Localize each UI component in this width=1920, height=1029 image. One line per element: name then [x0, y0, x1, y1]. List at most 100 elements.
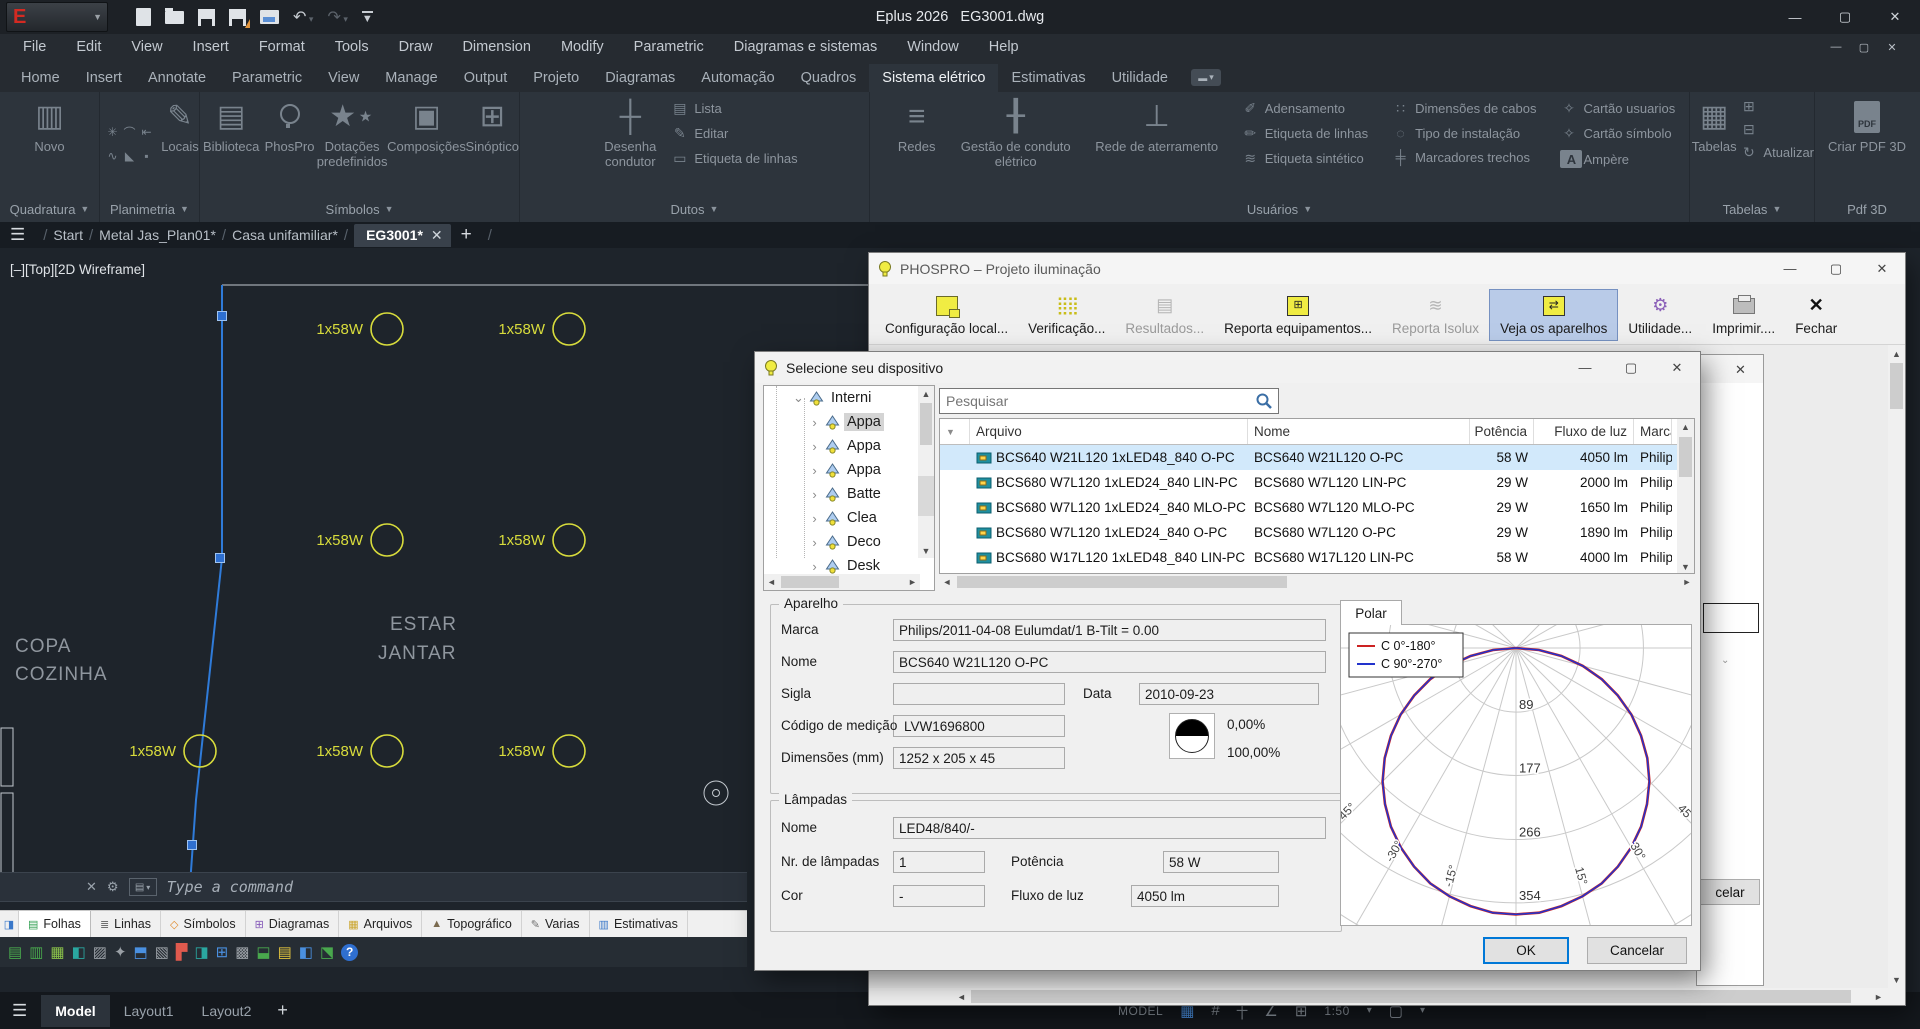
filter-column-header[interactable]: ▼ — [940, 419, 970, 444]
close-tab-icon[interactable]: ✕ — [431, 227, 443, 244]
doc-minimize-button[interactable]: — — [1822, 38, 1850, 56]
sheet-tool-icon-8[interactable]: ▧ — [155, 945, 169, 960]
chevron-expanded-icon[interactable]: ⌄ — [792, 390, 805, 406]
device-category-tree[interactable]: ⌄Interni›Appa›Appa›Appa›Batte›Clea›Deco›… — [763, 385, 935, 591]
redes-button[interactable]: ≡ Redes — [884, 92, 950, 196]
document-tab-4[interactable]: EG3001*✕ — [354, 224, 451, 247]
table-tool1-button[interactable]: ⊞ — [1740, 98, 1814, 115]
etiqueta-linhas-button[interactable]: ▭Etiqueta de linhas — [671, 150, 797, 167]
chevron-collapsed-icon[interactable]: › — [808, 463, 821, 478]
phospro-button[interactable]: PhosPro — [264, 92, 314, 196]
scale-dropdown-icon[interactable]: ▾ — [1367, 1005, 1372, 1016]
tree-item-2[interactable]: ›Appa — [764, 434, 934, 458]
ribbon-tab-insert[interactable]: Insert — [73, 64, 135, 92]
layout-tab-model[interactable]: Model — [41, 995, 109, 1027]
sinoptico-button[interactable]: ⊞ Sinóptico — [466, 92, 519, 196]
open-file-icon[interactable] — [165, 11, 184, 24]
tree-horizontal-scrollbar[interactable]: ◄ ► — [764, 574, 920, 590]
sheet-tool-icon-3[interactable]: ▦ — [50, 945, 64, 960]
menu-item-tools[interactable]: Tools — [320, 34, 384, 60]
status-menu-icon[interactable]: ▾ — [1420, 1005, 1425, 1016]
sheet-tool-icon-11[interactable]: ⊞ — [216, 945, 229, 960]
menu-item-insert[interactable]: Insert — [178, 34, 244, 60]
customize-gear-icon[interactable]: ⚙ — [107, 879, 119, 895]
desenha-condutor-button[interactable]: ┼ Desenha condutor — [591, 92, 669, 196]
ribbon-group-planimetria[interactable]: Planimetria▼ — [100, 196, 199, 222]
table-row[interactable]: BCS640 W21L120 1xLED48_840 O-PCBCS640 W2… — [940, 445, 1694, 470]
polar-tab[interactable]: Polar — [1340, 600, 1402, 625]
device-table[interactable]: ▼ArquivoNomePotênciaFluxo de luzMarca BC… — [939, 418, 1695, 574]
ribbon-tab-utilidade[interactable]: Utilidade — [1099, 64, 1181, 92]
close-button[interactable]: ✕ — [1859, 253, 1905, 284]
close-icon[interactable]: ✕ — [86, 879, 97, 895]
phospro-toolbar-configura-o-local-[interactable]: Configuração local... — [875, 289, 1018, 341]
table-row[interactable]: BCS680 W7L120 1xLED24_840 MLO-PCBCS680 W… — [940, 495, 1694, 520]
layout-tab-layout1[interactable]: Layout1 — [110, 995, 188, 1027]
panel-tab-varias[interactable]: ✎Varias — [522, 911, 590, 937]
marcadores-trechos-button[interactable]: ╪Marcadores trechos — [1392, 149, 1536, 165]
ribbon-group-tabelas[interactable]: Tabelas▼ — [1690, 196, 1814, 222]
menu-item-parametric[interactable]: Parametric — [619, 34, 719, 60]
menu-item-help[interactable]: Help — [974, 34, 1034, 60]
phospro-toolbar-utilidade-[interactable]: ⚙Utilidade... — [1618, 289, 1702, 341]
chevron-collapsed-icon[interactable]: › — [808, 439, 821, 454]
menu-item-dimension[interactable]: Dimension — [447, 34, 546, 60]
tree-item-4[interactable]: ›Batte — [764, 482, 934, 506]
doc-restore-button[interactable]: ▢ — [1850, 38, 1878, 56]
tree-vertical-scrollbar[interactable]: ▲ ▼ — [918, 386, 934, 558]
layout-tab-layout2[interactable]: Layout2 — [188, 995, 266, 1027]
etiqueta-sintetico-button[interactable]: ≋Etiqueta sintético — [1242, 150, 1368, 167]
ribbon-tab-estimativas[interactable]: Estimativas — [998, 64, 1098, 92]
document-tab-1[interactable]: Start — [53, 227, 83, 243]
sheet-tool-icon-13[interactable]: ⬓ — [256, 945, 270, 960]
quick-access-customize-icon[interactable]: ▼ — [362, 11, 373, 23]
ribbon-group-quadratura[interactable]: Quadratura▼ — [0, 196, 99, 222]
sheet-tool-icon-1[interactable]: ▤ — [8, 945, 22, 960]
tabelas-button[interactable]: ▦ Tabelas — [1690, 92, 1738, 196]
tree-item-5[interactable]: ›Clea — [764, 506, 934, 530]
device-dialog-titlebar[interactable]: Selecione seu dispositivo — ▢ ✕ — [755, 352, 1700, 383]
tree-item-6[interactable]: ›Deco — [764, 530, 934, 554]
panel-tab-estimativas[interactable]: ▥Estimativas — [590, 911, 688, 937]
sheet-tool-icon-9[interactable]: ▛ — [176, 945, 188, 960]
document-tab-2[interactable]: Metal Jas_Plan01* — [99, 227, 216, 243]
command-input[interactable]: Type a command — [167, 878, 293, 896]
background-cancel-button[interactable]: celar — [1700, 879, 1760, 905]
gestao-conduto-button[interactable]: ╂ Gestão de conduto elétrico — [960, 92, 1072, 196]
close-icon[interactable]: ✕ — [1735, 362, 1746, 378]
close-button[interactable]: ✕ — [1654, 352, 1700, 383]
adensamento-button[interactable]: ✐Adensamento — [1242, 100, 1368, 117]
phospro-toolbar-fechar[interactable]: ✕Fechar — [1785, 289, 1847, 341]
column-header-marca[interactable]: Marca — [1634, 419, 1672, 444]
sheet-tool-icon-10[interactable]: ◨ — [194, 945, 208, 960]
phospro-toolbar-imprimir-[interactable]: Imprimir.... — [1702, 289, 1785, 341]
ampere-button[interactable]: AAmpère — [1560, 150, 1675, 168]
ribbon-tab-annotate[interactable]: Annotate — [135, 64, 219, 92]
table-tool2-button[interactable]: ⊟ — [1740, 121, 1814, 138]
locais-button[interactable]: ✎ Locais — [161, 92, 199, 196]
column-header-nome[interactable]: Nome — [1248, 419, 1470, 444]
biblioteca-button[interactable]: ▤ Biblioteca — [200, 92, 262, 196]
search-icon[interactable] — [1254, 391, 1274, 411]
hamburger-menu-icon[interactable]: ☰ — [12, 1001, 27, 1021]
ribbon-tab-quadros[interactable]: Quadros — [788, 64, 870, 92]
panel-tab-s-mbolos[interactable]: ◇Símbolos — [161, 911, 246, 937]
redo-icon[interactable]: ↷ ▾ — [327, 7, 347, 27]
sheet-tool-icon-7[interactable]: ⬒ — [134, 945, 148, 960]
minimize-button[interactable]: — — [1770, 0, 1820, 34]
menu-item-modify[interactable]: Modify — [546, 34, 619, 60]
chevron-collapsed-icon[interactable]: › — [808, 415, 821, 430]
cartao-simbolo-button[interactable]: ✧Cartão símbolo — [1560, 125, 1675, 142]
ribbon-tab-diagramas[interactable]: Diagramas — [592, 64, 688, 92]
ribbon-tab-output[interactable]: Output — [451, 64, 521, 92]
tree-item-root[interactable]: ⌄Interni — [764, 386, 934, 410]
composicoes-button[interactable]: ▣ Composições — [390, 92, 464, 196]
ribbon-group-dutos[interactable]: Dutos▼ — [520, 196, 869, 222]
menu-item-window[interactable]: Window — [892, 34, 974, 60]
panel-tab-topogr-fico[interactable]: ▲Topográfico — [422, 911, 522, 937]
tree-item-1[interactable]: ›Appa — [764, 410, 934, 434]
hamburger-menu-icon[interactable]: ☰ — [10, 225, 25, 245]
phospro-toolbar-veja-os-aparelhos[interactable]: ⇄Veja os aparelhos — [1489, 289, 1618, 341]
column-header-fluxo-de-luz[interactable]: Fluxo de luz — [1534, 419, 1634, 444]
sheet-tool-icon-4[interactable]: ◧ — [72, 945, 86, 960]
